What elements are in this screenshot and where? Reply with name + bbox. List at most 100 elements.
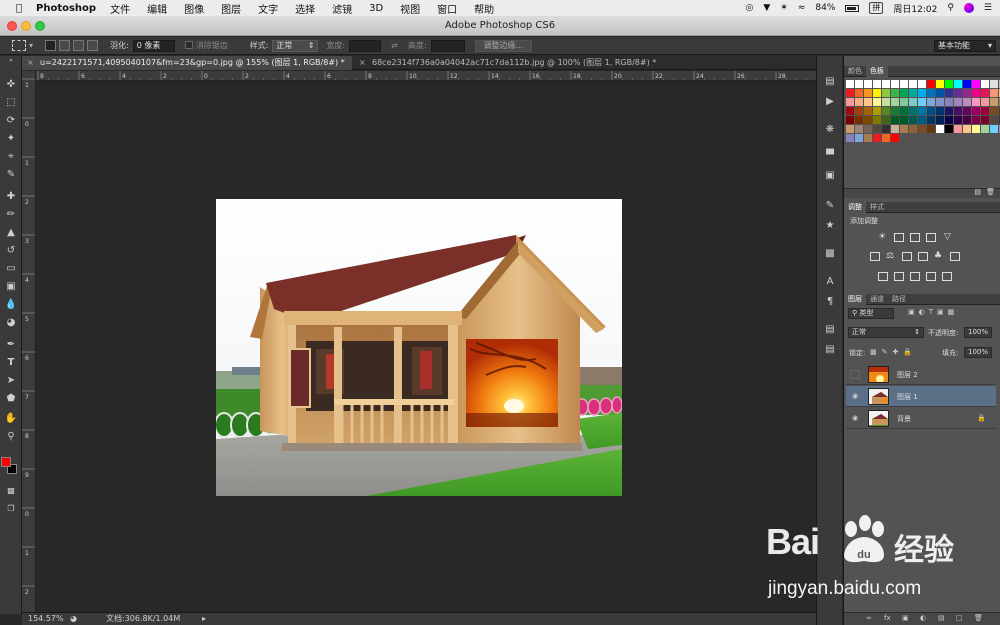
- selective-color-adjust-icon[interactable]: [926, 272, 936, 281]
- swatch-cell[interactable]: [882, 98, 890, 106]
- marquee-tool-icon[interactable]: ⬚: [3, 96, 19, 110]
- clone-source-panel-icon[interactable]: ★: [824, 220, 836, 232]
- new-selection-icon[interactable]: [45, 40, 57, 51]
- layer-filter-select[interactable]: ⚲ 类型: [848, 308, 894, 319]
- new-layer-icon[interactable]: □: [956, 614, 963, 622]
- swatch-cell[interactable]: [909, 107, 917, 115]
- swatch-cell[interactable]: [972, 125, 980, 133]
- notification-center-icon[interactable]: ☰: [984, 3, 992, 13]
- menu-filter[interactable]: 滤镜: [332, 1, 352, 16]
- swatch-cell[interactable]: [882, 134, 890, 142]
- swatch-cell[interactable]: [936, 107, 944, 115]
- swatch-cell[interactable]: [855, 125, 863, 133]
- dodge-tool-icon[interactable]: ◕: [3, 316, 19, 330]
- swatch-cell[interactable]: [990, 98, 998, 106]
- swatch-cell[interactable]: [963, 98, 971, 106]
- fill-input[interactable]: 100%: [964, 347, 992, 358]
- paragraph-panel-icon[interactable]: ¶: [824, 296, 836, 308]
- swatch-cell[interactable]: [864, 107, 872, 115]
- swatch-cell[interactable]: [981, 80, 989, 88]
- swatch-cell[interactable]: [981, 125, 989, 133]
- swatch-cell[interactable]: [981, 116, 989, 124]
- zoom-tool-icon[interactable]: ⚲: [3, 430, 19, 444]
- group-icon[interactable]: ▤: [938, 614, 945, 622]
- swatch-cell[interactable]: [909, 89, 917, 97]
- battery-icon[interactable]: [845, 4, 860, 12]
- swatch-cell[interactable]: [954, 89, 962, 97]
- tool-presets-panel-icon[interactable]: ▤: [824, 324, 836, 336]
- toolbox-collapse-icon[interactable]: »: [3, 58, 19, 64]
- swatch-cell[interactable]: [891, 134, 899, 142]
- swatch-cell[interactable]: [972, 116, 980, 124]
- clone-stamp-tool-icon[interactable]: ▲: [3, 226, 19, 240]
- spotlight-icon[interactable]: ⚲: [947, 3, 954, 13]
- photo-filter-adjust-icon[interactable]: [918, 252, 928, 261]
- black-white-adjust-icon[interactable]: [902, 252, 912, 261]
- swatch-cell[interactable]: [900, 98, 908, 106]
- window-minimize-button[interactable]: [21, 21, 31, 31]
- swatch-cell[interactable]: [882, 107, 890, 115]
- swatch-cell[interactable]: [945, 89, 953, 97]
- swatch-cell[interactable]: [945, 98, 953, 106]
- layer-name[interactable]: 图层 1: [897, 392, 918, 402]
- swatch-cell[interactable]: [927, 107, 935, 115]
- layer-filter-icons[interactable]: ▣◐T▣▩: [908, 308, 958, 316]
- layer-row-1[interactable]: ◉ 图层 1: [846, 386, 996, 407]
- tab-paths[interactable]: 路径: [888, 294, 910, 305]
- eye-icon[interactable]: ◉: [850, 392, 860, 401]
- swatch-cell[interactable]: [918, 80, 926, 88]
- swatch-cell[interactable]: [963, 89, 971, 97]
- swatch-cell[interactable]: [891, 98, 899, 106]
- menu-image[interactable]: 图像: [184, 1, 204, 16]
- marquee-preset-icon[interactable]: [12, 40, 26, 51]
- window-close-button[interactable]: [7, 21, 17, 31]
- swatch-cell[interactable]: [873, 98, 881, 106]
- lock-icons[interactable]: ▩✎✚🔒: [870, 348, 917, 356]
- app-menu[interactable]: Photoshop: [36, 3, 96, 14]
- menu-3d[interactable]: 3D: [369, 3, 383, 14]
- height-input[interactable]: [430, 39, 465, 52]
- swatch-cell[interactable]: [846, 98, 854, 106]
- subtract-selection-icon[interactable]: [73, 40, 85, 51]
- menu-select[interactable]: 选择: [295, 1, 315, 16]
- swatch-cell[interactable]: [864, 80, 872, 88]
- shape-tool-icon[interactable]: ⬟: [3, 392, 19, 406]
- swatch-cell[interactable]: [990, 125, 998, 133]
- swatch-cell[interactable]: [846, 116, 854, 124]
- foreground-color-swatch[interactable]: [1, 457, 11, 467]
- channel-mixer-adjust-icon[interactable]: ♣: [934, 252, 944, 261]
- swatch-cell[interactable]: [954, 116, 962, 124]
- invert-adjust-icon[interactable]: [878, 272, 888, 281]
- swatch-cell[interactable]: [954, 107, 962, 115]
- swatch-cell[interactable]: [918, 125, 926, 133]
- document-canvas[interactable]: [216, 199, 622, 496]
- swap-icon[interactable]: ⇄: [391, 41, 398, 50]
- blend-mode-select[interactable]: 正常 ⇕: [848, 327, 924, 338]
- color-lookup-adjust-icon[interactable]: [950, 252, 960, 261]
- swatch-cell[interactable]: [909, 80, 917, 88]
- close-tab-icon[interactable]: ×: [359, 56, 366, 70]
- swatch-cell[interactable]: [855, 98, 863, 106]
- swatches-grid[interactable]: [846, 80, 1000, 142]
- menu-view[interactable]: 视图: [400, 1, 420, 16]
- swatch-cell[interactable]: [855, 116, 863, 124]
- actions-panel-icon[interactable]: ▶: [824, 96, 836, 108]
- swatch-cell[interactable]: [936, 89, 944, 97]
- info-panel-icon[interactable]: ▣: [824, 170, 836, 182]
- new-swatch-icon[interactable]: ▤: [974, 188, 981, 196]
- feather-input[interactable]: 0 像素: [132, 39, 175, 52]
- width-input[interactable]: [349, 39, 382, 52]
- swatch-cell[interactable]: [918, 107, 926, 115]
- swatch-cell[interactable]: [900, 125, 908, 133]
- swatch-cell[interactable]: [954, 125, 962, 133]
- swatch-cell[interactable]: [927, 80, 935, 88]
- swatch-cell[interactable]: [963, 107, 971, 115]
- creative-cloud-icon[interactable]: ◎: [746, 3, 754, 13]
- vertical-ruler[interactable]: 1 0 1 2 3 4 5 6 7 8 9 0 1 2: [22, 71, 36, 612]
- swatch-cell[interactable]: [972, 98, 980, 106]
- swatch-cell[interactable]: [891, 80, 899, 88]
- swatch-cell[interactable]: [990, 116, 998, 124]
- menu-help[interactable]: 帮助: [474, 1, 494, 16]
- visibility-off-icon[interactable]: [850, 370, 860, 379]
- swatch-cell[interactable]: [882, 80, 890, 88]
